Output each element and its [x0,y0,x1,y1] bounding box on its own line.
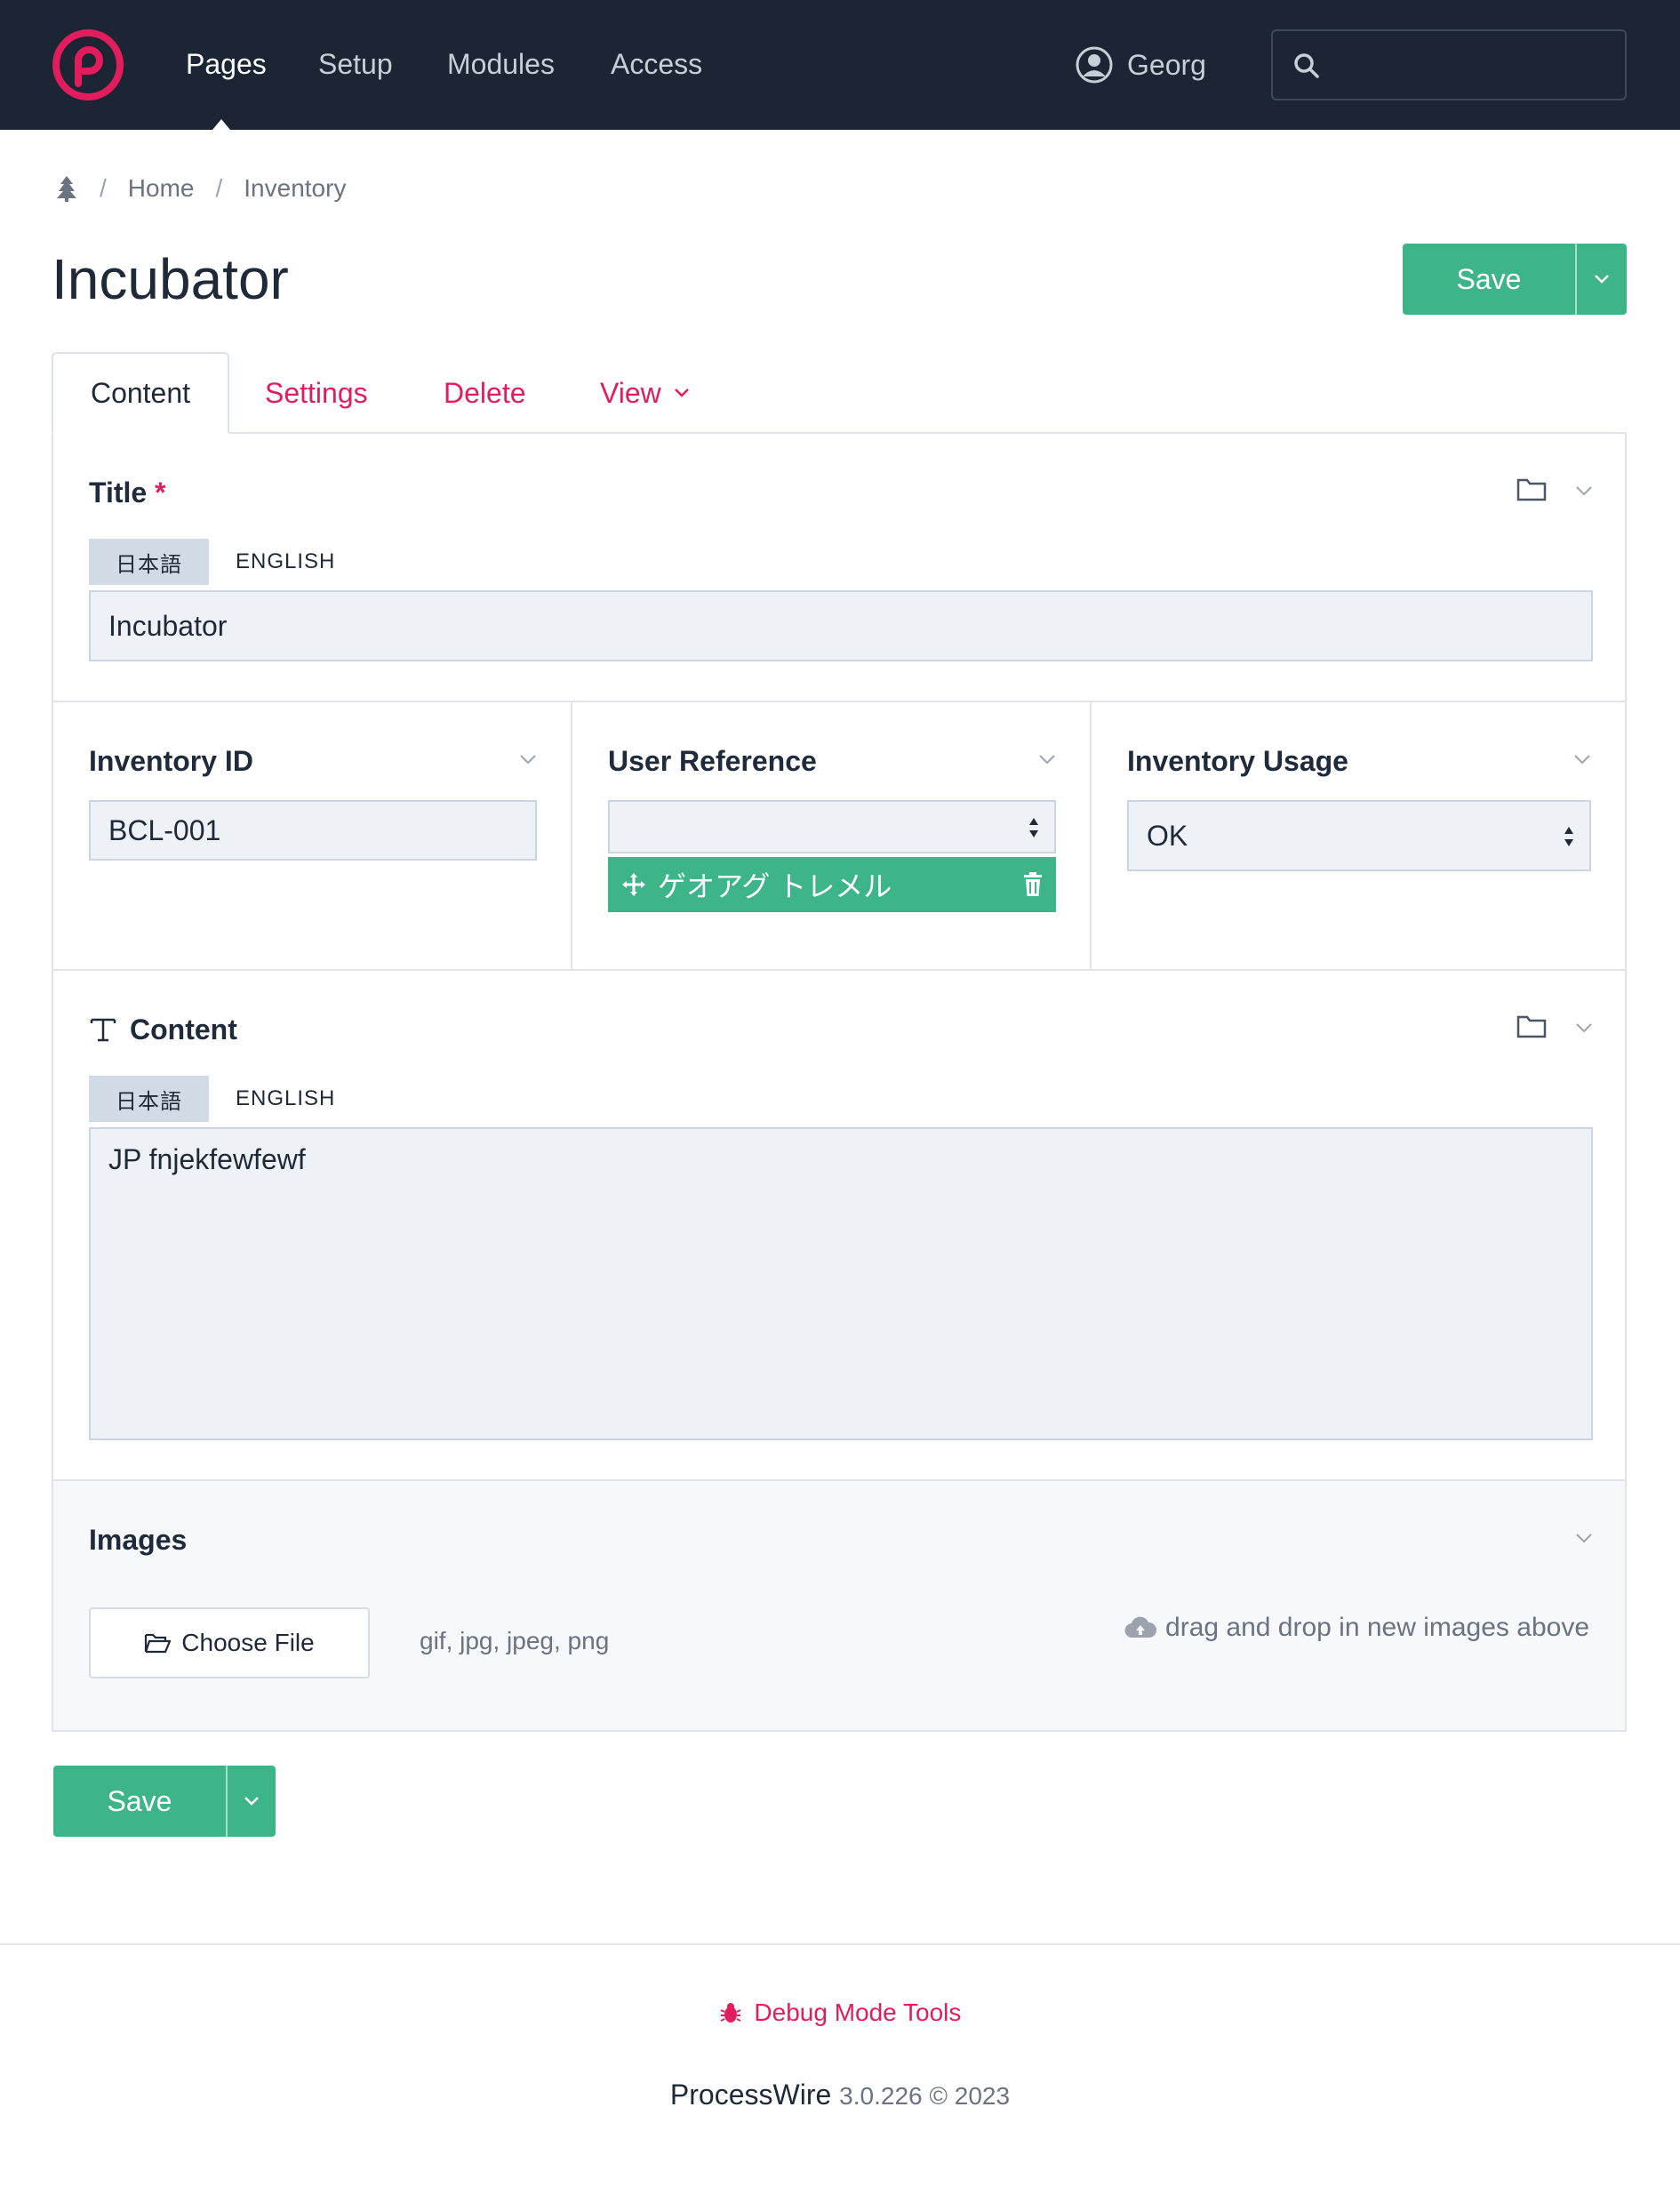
folder-open-icon [145,1633,172,1654]
save-button-label: Save [107,1784,172,1817]
content-textarea[interactable]: JP fnjekfewfewf [89,1127,1593,1440]
inventory-id-input[interactable]: BCL-001 [89,800,537,861]
lang-tab-english[interactable]: ENGLISH [209,1076,362,1122]
chevron-down-icon [244,1797,259,1806]
inventory-usage-selected: OK [1147,819,1188,852]
nav-setup[interactable]: Setup [318,44,393,84]
chevron-down-icon[interactable] [1575,1022,1593,1033]
chevron-down-icon[interactable] [519,754,537,765]
text-cursor-icon [90,1018,116,1042]
breadcrumb-separator: / [100,174,107,202]
allowed-extensions: gif, jpg, jpeg, png [420,1627,610,1654]
folder-icon[interactable] [1516,1013,1547,1038]
chevron-down-icon [674,389,689,397]
nav-pages[interactable]: Pages [186,44,267,84]
nav-access[interactable]: Access [611,44,702,84]
user-reference-panel: User Reference ゲオアグ トレメル [571,701,1092,971]
trash-icon[interactable] [1022,872,1044,897]
footer: Debug Mode Tools ProcessWire 3.0.226 © 2… [0,1943,1680,2187]
choose-file-button[interactable]: Choose File [89,1607,370,1678]
user-reference-tag-label: ゲオアグ トレメル [658,870,892,902]
title-language-tabs: 日本語 ENGLISH [89,539,362,585]
content-language-tabs: 日本語 ENGLISH [89,1076,362,1122]
chevron-down-icon[interactable] [1573,754,1591,765]
debug-label: Debug Mode Tools [754,1999,962,2026]
lang-tab-english[interactable]: ENGLISH [209,539,362,585]
page-title: Incubator [52,247,289,311]
user-name: Georg [1127,48,1206,81]
drop-hint: drag and drop in new images above [1124,1613,1589,1643]
chevron-down-icon[interactable] [1575,1533,1593,1543]
inventory-usage-select[interactable]: OK [1127,800,1591,871]
version-text: 3.0.226 © 2023 [839,2082,1011,2110]
chevron-down-icon[interactable] [1575,485,1593,496]
active-nav-indicator [212,119,230,130]
save-button-top[interactable]: Save [1403,244,1627,315]
user-reference-select[interactable] [608,800,1056,853]
chevron-down-icon [1595,275,1609,284]
breadcrumb: / Home / Inventory [55,171,346,206]
images-label: Images [89,1524,188,1556]
copyright: ProcessWire 3.0.226 © 2023 [0,2079,1680,2111]
save-options-toggle[interactable] [1575,244,1627,315]
user-menu[interactable]: Georg [1076,44,1206,85]
save-button-label: Save [1456,262,1522,295]
save-button-bottom[interactable]: Save [53,1766,276,1837]
content-field-panel: Content 日本語 ENGLISH JP fnjekfewfewf [52,969,1627,1481]
drop-hint-text: drag and drop in new images above [1165,1613,1589,1642]
chevron-down-icon[interactable] [1038,754,1056,765]
tab-content[interactable]: Content [52,352,229,434]
product-name[interactable]: ProcessWire [670,2079,831,2111]
content-field-label: Content [89,1012,237,1047]
content-label-text: Content [130,1013,237,1045]
tab-view-label: View [600,376,661,409]
select-arrows-icon [1029,818,1038,837]
processwire-logo[interactable] [52,28,124,101]
save-options-toggle[interactable] [226,1766,276,1837]
masthead: Pages Setup Modules Access Georg [0,0,1680,130]
title-field-label: Title * [89,475,166,510]
breadcrumb-inventory[interactable]: Inventory [244,174,346,203]
cloud-upload-icon [1124,1616,1157,1638]
search-icon [1294,53,1319,78]
breadcrumb-home[interactable]: Home [128,174,195,203]
inventory-id-label: Inventory ID [89,745,253,777]
folder-icon[interactable] [1516,477,1547,501]
bug-icon [720,2003,741,2023]
nav-modules[interactable]: Modules [447,44,555,84]
debug-mode-tools-link[interactable]: Debug Mode Tools [0,1999,1680,2027]
breadcrumb-separator: / [215,174,223,202]
lang-tab-japanese[interactable]: 日本語 [89,539,209,585]
images-field-panel: Images Choose File gif, jpg, jpeg, png d… [52,1479,1627,1732]
required-mark: * [155,477,166,509]
move-icon[interactable] [620,871,647,898]
select-arrows-icon [1564,827,1573,846]
choose-file-label: Choose File [181,1629,315,1656]
inventory-id-panel: Inventory ID BCL-001 [52,701,572,971]
search-input[interactable] [1335,40,1611,90]
inventory-usage-panel: Inventory Usage OK [1090,701,1627,971]
user-avatar-icon [1076,46,1113,84]
inventory-usage-label: Inventory Usage [1127,745,1348,777]
user-reference-tag[interactable]: ゲオアグ トレメル [608,857,1056,912]
user-reference-label: User Reference [608,745,817,777]
tree-icon[interactable] [55,175,78,202]
search-box[interactable] [1271,29,1627,100]
tab-delete[interactable]: Delete [444,352,526,434]
tab-view[interactable]: View [600,352,690,434]
lang-tab-japanese[interactable]: 日本語 [89,1076,209,1122]
title-input[interactable]: Incubator [89,590,1593,661]
tab-settings[interactable]: Settings [265,352,368,434]
title-field-panel: Title * 日本語 ENGLISH Incubator [52,432,1627,702]
title-label-text: Title [89,477,148,509]
